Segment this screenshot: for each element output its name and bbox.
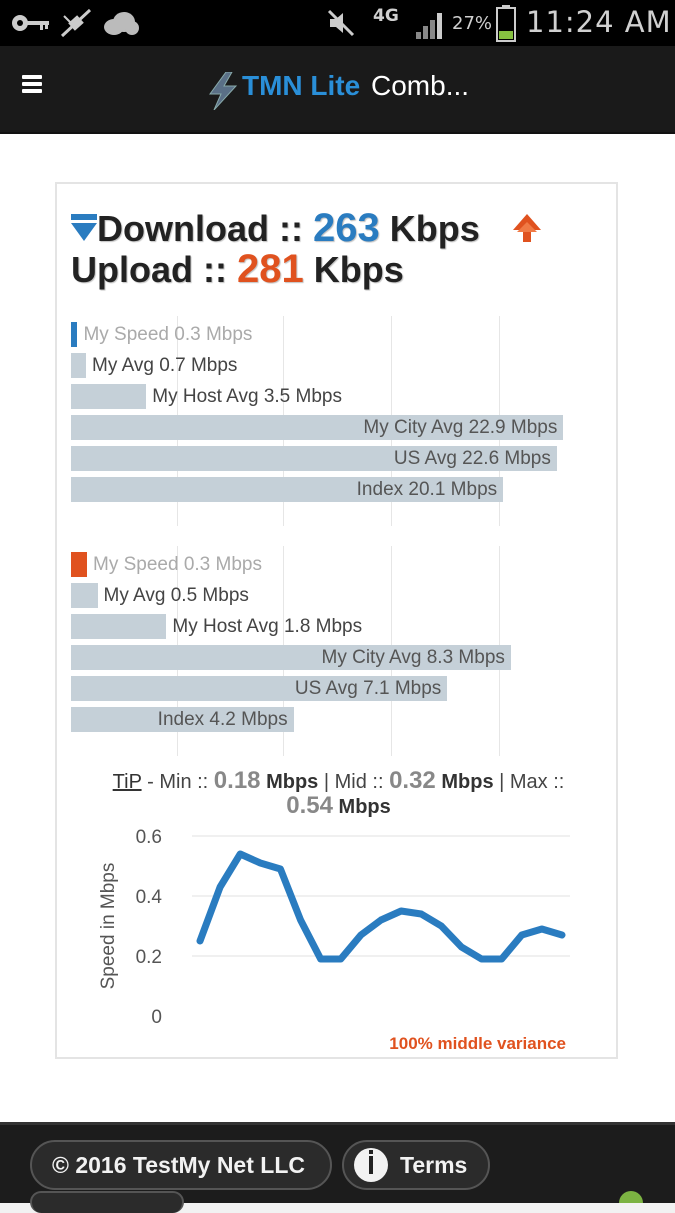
footer: © 2016 TestMy Net LLC Terms <box>0 1122 675 1213</box>
download-arrow-icon <box>71 214 97 241</box>
comparison-bar <box>71 614 167 639</box>
comparison-bar <box>71 353 87 378</box>
status-bar: 4G 27% 11:24 AM <box>0 0 675 46</box>
android-icon <box>619 1191 643 1203</box>
comparison-bar-label: My Avg 0.7 Mbps <box>92 355 238 376</box>
tip-max-label: | Max :: <box>493 771 565 793</box>
terms-button[interactable]: Terms <box>342 1140 490 1190</box>
upload-value: 281 <box>237 247 304 291</box>
comparison-bar-label: My City Avg 8.3 Mbps <box>321 647 505 668</box>
upload-result: Upload :: 281 Kbps <box>71 247 404 292</box>
info-icon <box>354 1148 388 1182</box>
signal-icon <box>416 13 442 39</box>
copyright-label: © 2016 TestMy Net LLC <box>52 1152 305 1178</box>
speed-series-line <box>196 850 566 963</box>
download-unit: Kbps <box>389 208 480 249</box>
app-header: TMN Lite Comb... <box>0 46 675 134</box>
comparison-bar-label: My Avg 0.5 Mbps <box>103 585 249 606</box>
network-type: 4G <box>373 6 399 26</box>
comparison-bar-label: My Host Avg 1.8 Mbps <box>172 616 363 637</box>
footer-next-button[interactable] <box>30 1191 184 1213</box>
y-tick-label: 0.4 <box>136 887 163 908</box>
mute-icon <box>327 9 355 37</box>
speed-line-chart: 0.6 0.4 0.2 0 Speed in Mbps <box>98 827 570 1028</box>
tip-summary: TiP - Min :: 0.18 Mbps | Mid :: 0.32 Mbp… <box>57 769 620 819</box>
clock: 11:24 AM <box>526 5 672 39</box>
y-tick-label: 0 <box>151 1007 162 1028</box>
download-result: Download :: 263 Kbps <box>97 206 480 251</box>
content-area: Download :: 263 Kbps Upload :: 281 Kbps … <box>0 134 675 1122</box>
comparison-bar-label: My Speed 0.3 Mbps <box>83 324 253 345</box>
tip-min-unit: Mbps <box>266 771 319 793</box>
tip-mid-label: | Mid :: <box>318 771 390 793</box>
comparison-bar-label: Index 20.1 Mbps <box>356 479 498 500</box>
brand-name: TMN Lite <box>242 70 361 101</box>
tip-max-value: 0.54 <box>286 792 333 819</box>
comparison-bar-label: US Avg 7.1 Mbps <box>294 678 442 699</box>
terms-label: Terms <box>400 1152 468 1178</box>
comparison-bar-label: My Speed 0.3 Mbps <box>93 554 262 575</box>
upload-arrow-icon <box>513 214 541 242</box>
comparison-bar <box>71 583 98 608</box>
tip-min-label: - Min :: <box>141 771 214 793</box>
cloud-icon <box>104 12 139 35</box>
tip-min-value: 0.18 <box>213 767 261 794</box>
key-icon <box>12 15 49 31</box>
results-card: Download :: 263 Kbps Upload :: 281 Kbps … <box>55 182 618 1059</box>
variance-note: 100% middle variance <box>389 1034 566 1053</box>
menu-icon[interactable] <box>22 75 42 93</box>
page-subtitle: Comb... <box>371 70 470 101</box>
download-prefix: Download :: <box>97 208 303 249</box>
download-value: 263 <box>312 206 380 250</box>
tip-mid-value: 0.32 <box>389 767 436 794</box>
y-axis-label: Speed in Mbps <box>98 863 119 990</box>
upload-prefix: Upload :: <box>71 249 227 290</box>
y-tick-label: 0.6 <box>136 827 162 848</box>
comparison-bar <box>71 384 147 409</box>
tip-mid-unit: Mbps <box>441 771 494 793</box>
satellite-icon <box>60 8 92 38</box>
comparison-bar-label: My Host Avg 3.5 Mbps <box>152 386 342 407</box>
tip-link[interactable]: TiP <box>113 771 142 793</box>
comparison-bar-label: Index 4.2 Mbps <box>157 709 288 730</box>
tip-max-unit: Mbps <box>338 796 391 818</box>
y-tick-label: 0.2 <box>136 947 162 968</box>
comparison-bar <box>71 552 87 577</box>
copyright-button[interactable]: © 2016 TestMy Net LLC <box>30 1140 332 1190</box>
comparison-bar-label: US Avg 22.6 Mbps <box>393 448 551 469</box>
battery-icon <box>496 5 516 42</box>
battery-percent: 27% <box>452 13 493 34</box>
lightning-logo-icon <box>209 72 238 110</box>
comparison-bar-label: My City Avg 22.9 Mbps <box>363 417 558 438</box>
comparison-bar <box>71 322 78 347</box>
upload-unit: Kbps <box>313 249 404 290</box>
